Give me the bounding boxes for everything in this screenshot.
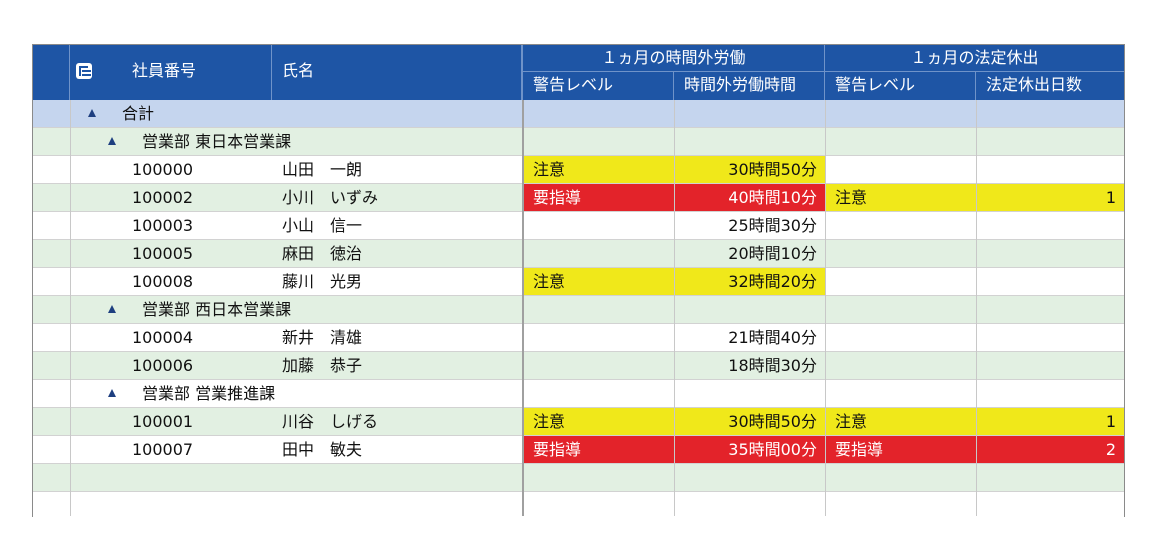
col-header-name[interactable]: 氏名 bbox=[272, 45, 523, 100]
holiday-level: 注意 bbox=[825, 408, 976, 435]
col-header-id[interactable]: 社員番号 bbox=[70, 45, 272, 100]
group-label: 営業部 西日本営業課 bbox=[142, 300, 292, 319]
group-row[interactable]: 営業部 営業推進課 bbox=[33, 380, 1124, 408]
overtime-hours: 40時間10分 bbox=[674, 184, 825, 211]
col-header-id-label: 社員番号 bbox=[132, 61, 197, 80]
empty-row[interactable] bbox=[33, 492, 1124, 520]
table-row[interactable]: 100000 山田 一朗 注意 30時間50分 bbox=[33, 156, 1124, 184]
row-header-corner bbox=[33, 45, 70, 100]
holiday-days bbox=[976, 324, 1124, 351]
overtime-level: 注意 bbox=[523, 268, 674, 295]
group-header-holiday: １ヵ月の法定休出 bbox=[825, 45, 1124, 72]
overtime-hours: 25時間30分 bbox=[728, 216, 817, 235]
overtime-hours: 18時間30分 bbox=[728, 356, 817, 375]
grid-header: 社員番号 氏名 １ヵ月の時間外労働 １ヵ月の法定休出 警告レベル 時間外労働時間… bbox=[33, 45, 1124, 100]
holiday-level bbox=[825, 212, 976, 239]
table-row[interactable]: 100005 麻田 徳治 20時間10分 bbox=[33, 240, 1124, 268]
overtime-hours: 30時間50分 bbox=[674, 156, 825, 183]
table-row[interactable]: 100002 小川 いずみ 要指導 40時間10分 注意 1 bbox=[33, 184, 1124, 212]
employee-name: 田中 敏夫 bbox=[282, 440, 363, 459]
holiday-days bbox=[976, 156, 1124, 183]
table-row[interactable]: 100008 藤川 光男 注意 32時間20分 bbox=[33, 268, 1124, 296]
employee-id: 100006 bbox=[132, 356, 194, 375]
group-row-label: 営業部 営業推進課 bbox=[70, 380, 520, 407]
collapse-triangle-icon[interactable] bbox=[108, 136, 116, 145]
group-label: 営業部 営業推進課 bbox=[142, 384, 276, 403]
holiday-days: 1 bbox=[976, 408, 1124, 435]
group-row-label: 営業部 西日本営業課 bbox=[70, 296, 520, 323]
total-row-label: 合計 bbox=[70, 100, 520, 127]
overtime-level bbox=[523, 324, 674, 351]
group-header-overtime: １ヵ月の時間外労働 bbox=[523, 45, 825, 72]
collapse-triangle-icon[interactable] bbox=[88, 108, 96, 117]
employee-name: 加藤 恭子 bbox=[282, 356, 363, 375]
employee-id: 100008 bbox=[132, 272, 194, 291]
group-label: 営業部 東日本営業課 bbox=[142, 132, 292, 151]
holiday-days bbox=[976, 212, 1124, 239]
overtime-level bbox=[523, 240, 674, 267]
holiday-days: 1 bbox=[976, 184, 1124, 211]
overtime-level: 注意 bbox=[523, 156, 674, 183]
overtime-hours: 32時間20分 bbox=[674, 268, 825, 295]
total-row[interactable]: 合計 bbox=[33, 100, 1124, 128]
employee-name: 藤川 光男 bbox=[282, 272, 363, 291]
empty-row[interactable] bbox=[33, 464, 1124, 492]
employee-name: 小川 いずみ bbox=[282, 188, 379, 207]
col-header-overtime-level[interactable]: 警告レベル bbox=[523, 72, 674, 100]
employee-id: 100005 bbox=[132, 244, 194, 263]
holiday-level: 注意 bbox=[825, 184, 976, 211]
group-row[interactable]: 営業部 西日本営業課 bbox=[33, 296, 1124, 324]
table-row[interactable]: 100004 新井 清雄 21時間40分 bbox=[33, 324, 1124, 352]
employee-name: 山田 一朗 bbox=[282, 160, 363, 179]
holiday-days bbox=[976, 352, 1124, 379]
holiday-days: 2 bbox=[976, 436, 1124, 463]
table-row[interactable]: 100001 川谷 しげる 注意 30時間50分 注意 1 bbox=[33, 408, 1124, 436]
holiday-level bbox=[825, 268, 976, 295]
col-header-overtime-hours[interactable]: 時間外労働時間 bbox=[674, 72, 825, 100]
employee-name: 麻田 徳治 bbox=[282, 244, 363, 263]
overtime-hours: 30時間50分 bbox=[674, 408, 825, 435]
overtime-level: 注意 bbox=[523, 408, 674, 435]
employee-name: 新井 清雄 bbox=[282, 328, 363, 347]
overtime-hours: 21時間40分 bbox=[728, 328, 817, 347]
holiday-level bbox=[825, 352, 976, 379]
gridline bbox=[522, 100, 524, 516]
employee-name: 小山 信一 bbox=[282, 216, 363, 235]
table-row[interactable]: 100003 小山 信一 25時間30分 bbox=[33, 212, 1124, 240]
table-row[interactable]: 100006 加藤 恭子 18時間30分 bbox=[33, 352, 1124, 380]
holiday-days bbox=[976, 268, 1124, 295]
group-row-label: 営業部 東日本営業課 bbox=[70, 128, 520, 155]
overtime-level: 要指導 bbox=[523, 184, 674, 211]
holiday-days bbox=[976, 240, 1124, 267]
employee-id: 100007 bbox=[132, 440, 194, 459]
overtime-level bbox=[523, 352, 674, 379]
employee-id: 100002 bbox=[132, 188, 194, 207]
total-label: 合計 bbox=[122, 104, 155, 123]
gridline bbox=[976, 100, 977, 516]
data-grid: 社員番号 氏名 １ヵ月の時間外労働 １ヵ月の法定休出 警告レベル 時間外労働時間… bbox=[32, 44, 1125, 520]
gridline bbox=[70, 100, 71, 516]
employee-name: 川谷 しげる bbox=[282, 412, 379, 431]
employee-id: 100000 bbox=[132, 160, 194, 179]
table-row[interactable]: 100007 田中 敏夫 要指導 35時間00分 要指導 2 bbox=[33, 436, 1124, 464]
collapse-triangle-icon[interactable] bbox=[108, 304, 116, 313]
col-header-holiday-level[interactable]: 警告レベル bbox=[825, 72, 976, 100]
gridline bbox=[674, 100, 675, 516]
col-header-holiday-days[interactable]: 法定休出日数 bbox=[976, 72, 1124, 100]
group-row[interactable]: 営業部 東日本営業課 bbox=[33, 128, 1124, 156]
overtime-level bbox=[523, 212, 674, 239]
employee-id: 100003 bbox=[132, 216, 194, 235]
employee-id: 100004 bbox=[132, 328, 194, 347]
collapse-triangle-icon[interactable] bbox=[108, 388, 116, 397]
overtime-hours: 20時間10分 bbox=[728, 244, 817, 263]
gridline bbox=[825, 100, 826, 516]
overtime-hours: 35時間00分 bbox=[674, 436, 825, 463]
col-header-name-label: 氏名 bbox=[282, 61, 315, 80]
holiday-level bbox=[825, 240, 976, 267]
holiday-level: 要指導 bbox=[825, 436, 976, 463]
overtime-level: 要指導 bbox=[523, 436, 674, 463]
holiday-level bbox=[825, 324, 976, 351]
employee-id: 100001 bbox=[132, 412, 194, 431]
holiday-level bbox=[825, 156, 976, 183]
